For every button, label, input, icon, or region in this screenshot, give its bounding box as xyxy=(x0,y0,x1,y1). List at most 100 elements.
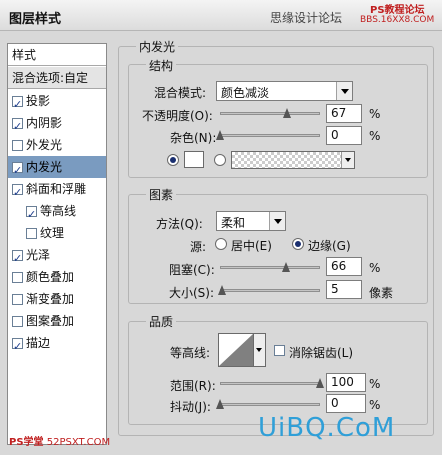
dialog-title: 图层样式 xyxy=(9,12,62,27)
gradient-radio[interactable] xyxy=(214,154,226,166)
size-slider-thumb[interactable] xyxy=(218,285,226,295)
elements-title: 图素 xyxy=(146,186,177,203)
style-checkbox[interactable] xyxy=(12,94,23,116)
range-label: 范围(R): xyxy=(170,379,216,393)
noise-slider-thumb[interactable] xyxy=(216,130,224,140)
blend-mode-label: 混合模式: xyxy=(154,86,207,100)
style-checkbox[interactable] xyxy=(12,294,23,305)
style-checkbox[interactable] xyxy=(12,182,23,204)
antialias-checkbox[interactable] xyxy=(274,345,285,356)
style-checkbox[interactable] xyxy=(12,272,23,283)
choke-slider-thumb[interactable] xyxy=(282,262,290,272)
style-item-label: 外发光 xyxy=(26,138,63,152)
contour-dropdown-button[interactable] xyxy=(254,333,266,367)
noise-input[interactable]: 0 xyxy=(326,126,362,145)
style-item[interactable]: 等高线 xyxy=(8,200,106,226)
bottom-left-watermark: PS学堂 52PSXT.COM xyxy=(9,437,111,448)
style-checkbox[interactable] xyxy=(12,316,23,327)
choke-slider[interactable] xyxy=(220,261,320,273)
style-item[interactable]: 内阴影 xyxy=(8,112,106,138)
style-item-label: 投影 xyxy=(26,94,51,108)
choke-input[interactable]: 66 xyxy=(326,257,362,276)
style-checkbox[interactable] xyxy=(26,228,37,239)
style-item[interactable]: 渐变叠加 xyxy=(8,288,106,310)
chevron-down-icon xyxy=(269,212,285,230)
choke-unit: % xyxy=(369,261,381,275)
range-unit: % xyxy=(369,377,381,391)
range-slider-thumb[interactable] xyxy=(316,378,324,388)
opacity-unit: % xyxy=(369,107,381,121)
blend-mode-value: 颜色减淡 xyxy=(221,86,270,100)
technique-select[interactable]: 柔和 xyxy=(216,211,286,231)
solid-color-radio[interactable] xyxy=(167,154,179,166)
style-item-label: 渐变叠加 xyxy=(26,292,75,306)
gradient-picker[interactable] xyxy=(231,151,355,169)
technique-value: 柔和 xyxy=(221,216,246,230)
style-item-label: 光泽 xyxy=(26,248,51,262)
size-unit: 像素 xyxy=(369,286,394,300)
blend-options-item[interactable]: 混合选项:自定 xyxy=(8,67,106,89)
uibq-watermark: UiBQ.CoM xyxy=(258,413,396,443)
top-watermark-1: PS教程论坛 xyxy=(370,5,425,16)
contour-label: 等高线: xyxy=(170,346,211,360)
dialog-titlebar: 图层样式 思缘设计论坛 PS教程论坛 BBS.16XX8.COM xyxy=(0,0,442,31)
jitter-label: 抖动(J): xyxy=(170,400,211,414)
style-item[interactable]: 斜面和浮雕 xyxy=(8,178,106,204)
forum-watermark: 思缘设计论坛 xyxy=(270,11,343,25)
style-item[interactable]: 图案叠加 xyxy=(8,310,106,332)
blend-mode-select[interactable]: 颜色减淡 xyxy=(216,81,353,101)
style-item-label: 斜面和浮雕 xyxy=(26,182,87,196)
style-item-label: 纹理 xyxy=(40,226,65,240)
chevron-down-icon xyxy=(336,82,352,100)
style-item-label: 内阴影 xyxy=(26,116,63,130)
jitter-input[interactable]: 0 xyxy=(326,394,366,413)
source-label: 源: xyxy=(190,240,207,254)
chevron-down-icon xyxy=(341,152,354,168)
style-checkbox[interactable] xyxy=(12,116,23,138)
quality-title: 品质 xyxy=(146,313,177,330)
contour-picker[interactable] xyxy=(218,333,254,367)
source-edge-label[interactable]: 边缘(G) xyxy=(308,237,351,254)
noise-label: 杂色(N): xyxy=(170,131,217,145)
style-list: 样式 混合选项:自定 投影内阴影外发光内发光斜面和浮雕等高线纹理光泽颜色叠加渐变… xyxy=(7,43,107,445)
style-checkbox[interactable] xyxy=(12,248,23,270)
contour-preview-icon xyxy=(219,334,253,366)
opacity-input[interactable]: 67 xyxy=(326,104,362,123)
antialias-label[interactable]: 消除锯齿(L) xyxy=(289,344,353,361)
style-item[interactable]: 纹理 xyxy=(8,222,106,244)
glow-color-swatch[interactable] xyxy=(184,151,204,168)
style-item-label: 颜色叠加 xyxy=(26,270,75,284)
style-item[interactable]: 内发光 xyxy=(8,156,106,182)
style-item[interactable]: 光泽 xyxy=(8,244,106,270)
styles-header[interactable]: 样式 xyxy=(8,44,106,66)
choke-label: 阻塞(C): xyxy=(169,263,215,277)
opacity-slider-thumb[interactable] xyxy=(283,108,291,118)
source-center-radio[interactable] xyxy=(215,238,227,250)
jitter-slider-thumb[interactable] xyxy=(216,399,224,409)
technique-label: 方法(Q): xyxy=(156,217,203,231)
noise-unit: % xyxy=(369,129,381,143)
style-checkbox[interactable] xyxy=(26,204,37,226)
size-input[interactable]: 5 xyxy=(326,280,362,299)
jitter-slider[interactable] xyxy=(216,398,320,410)
style-item[interactable]: 描边 xyxy=(8,332,106,358)
style-checkbox[interactable] xyxy=(12,140,23,151)
noise-slider[interactable] xyxy=(216,129,320,141)
style-item-label: 内发光 xyxy=(26,160,63,174)
top-watermark-2: BBS.16XX8.COM xyxy=(360,15,435,25)
style-item[interactable]: 颜色叠加 xyxy=(8,266,106,288)
inner-glow-title: 内发光 xyxy=(136,38,179,55)
style-checkbox[interactable] xyxy=(12,160,23,182)
style-checkbox[interactable] xyxy=(12,336,23,358)
jitter-unit: % xyxy=(369,398,381,412)
range-slider[interactable] xyxy=(220,377,324,389)
style-item[interactable]: 投影 xyxy=(8,90,106,116)
size-slider[interactable] xyxy=(218,284,320,296)
source-center-label[interactable]: 居中(E) xyxy=(231,237,272,254)
opacity-label: 不透明度(O): xyxy=(142,109,213,123)
source-edge-radio[interactable] xyxy=(292,238,304,250)
opacity-slider[interactable] xyxy=(220,107,320,119)
style-item[interactable]: 外发光 xyxy=(8,134,106,156)
range-input[interactable]: 100 xyxy=(326,373,366,392)
style-item-label: 图案叠加 xyxy=(26,314,75,328)
